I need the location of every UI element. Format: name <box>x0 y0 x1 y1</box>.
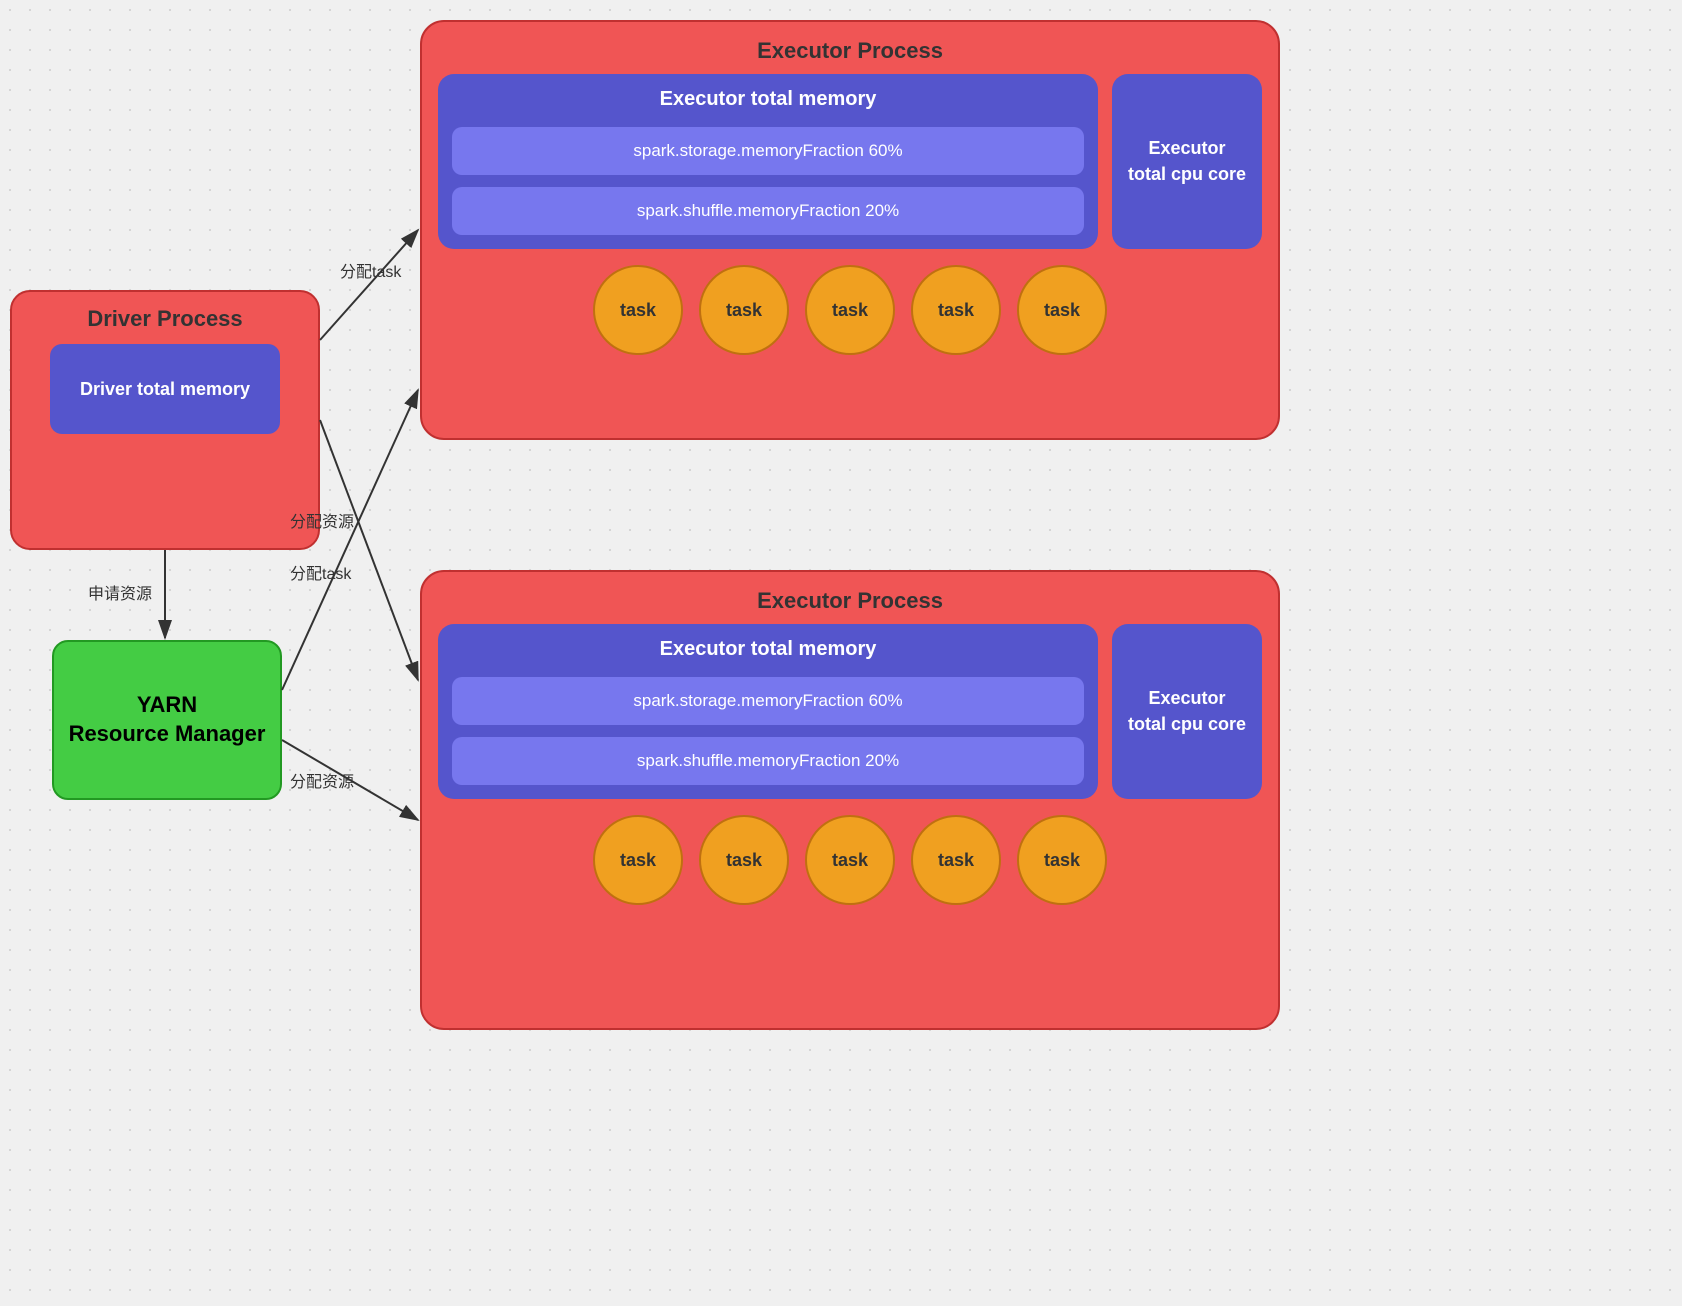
label-apply-resources: 申请资源 <box>88 580 152 604</box>
task-circle: task <box>805 815 895 905</box>
executor-top-task-row: task task task task task <box>438 265 1262 355</box>
executor-top-memory-title: Executor total memory <box>452 88 1084 111</box>
executor-bottom-task-row: task task task task task <box>438 815 1262 905</box>
executor-bottom-memory-title: Executor total memory <box>452 638 1084 661</box>
driver-memory-label: Driver total memory <box>80 379 250 400</box>
arrow-distribute-task1 <box>320 230 418 340</box>
executor-top-cpu-box: Executortotal cpu core <box>1112 74 1262 249</box>
diagram-container: Driver Process Driver total memory YARNR… <box>0 0 1682 1306</box>
executor-top-title: Executor Process <box>438 38 1262 64</box>
label-distribute-resources2: 分配资源 <box>290 768 354 792</box>
label-distribute-task2: 分配task <box>290 560 351 584</box>
executor-top-memory-box: Executor total memory spark.storage.memo… <box>438 74 1098 249</box>
executor-bottom-fraction2: spark.shuffle.memoryFraction 20% <box>452 737 1084 785</box>
task-circle: task <box>1017 815 1107 905</box>
task-circle: task <box>911 815 1001 905</box>
task-circle: task <box>805 265 895 355</box>
driver-process-box: Driver Process Driver total memory <box>10 290 320 550</box>
executor-process-top: Executor Process Executor total memory s… <box>420 20 1280 440</box>
executor-process-bottom: Executor Process Executor total memory s… <box>420 570 1280 1030</box>
task-circle: task <box>593 815 683 905</box>
label-distribute-resources1: 分配资源 <box>290 508 354 532</box>
task-circle: task <box>1017 265 1107 355</box>
executor-top-fraction2: spark.shuffle.memoryFraction 20% <box>452 187 1084 235</box>
arrow-distribute-task2 <box>320 420 418 680</box>
task-circle: task <box>911 265 1001 355</box>
executor-bottom-fraction1: spark.storage.memoryFraction 60% <box>452 677 1084 725</box>
label-distribute-task1: 分配task <box>340 258 401 282</box>
task-circle: task <box>593 265 683 355</box>
executor-bottom-title: Executor Process <box>438 588 1262 614</box>
task-circle: task <box>699 815 789 905</box>
driver-total-memory-box: Driver total memory <box>50 344 280 434</box>
executor-bottom-memory-box: Executor total memory spark.storage.memo… <box>438 624 1098 799</box>
executor-top-fraction1: spark.storage.memoryFraction 60% <box>452 127 1084 175</box>
yarn-label: YARNResource Manager <box>69 691 266 748</box>
executor-bottom-cpu-box: Executortotal cpu core <box>1112 624 1262 799</box>
yarn-resource-manager-box: YARNResource Manager <box>52 640 282 800</box>
task-circle: task <box>699 265 789 355</box>
driver-process-label: Driver Process <box>87 306 242 332</box>
